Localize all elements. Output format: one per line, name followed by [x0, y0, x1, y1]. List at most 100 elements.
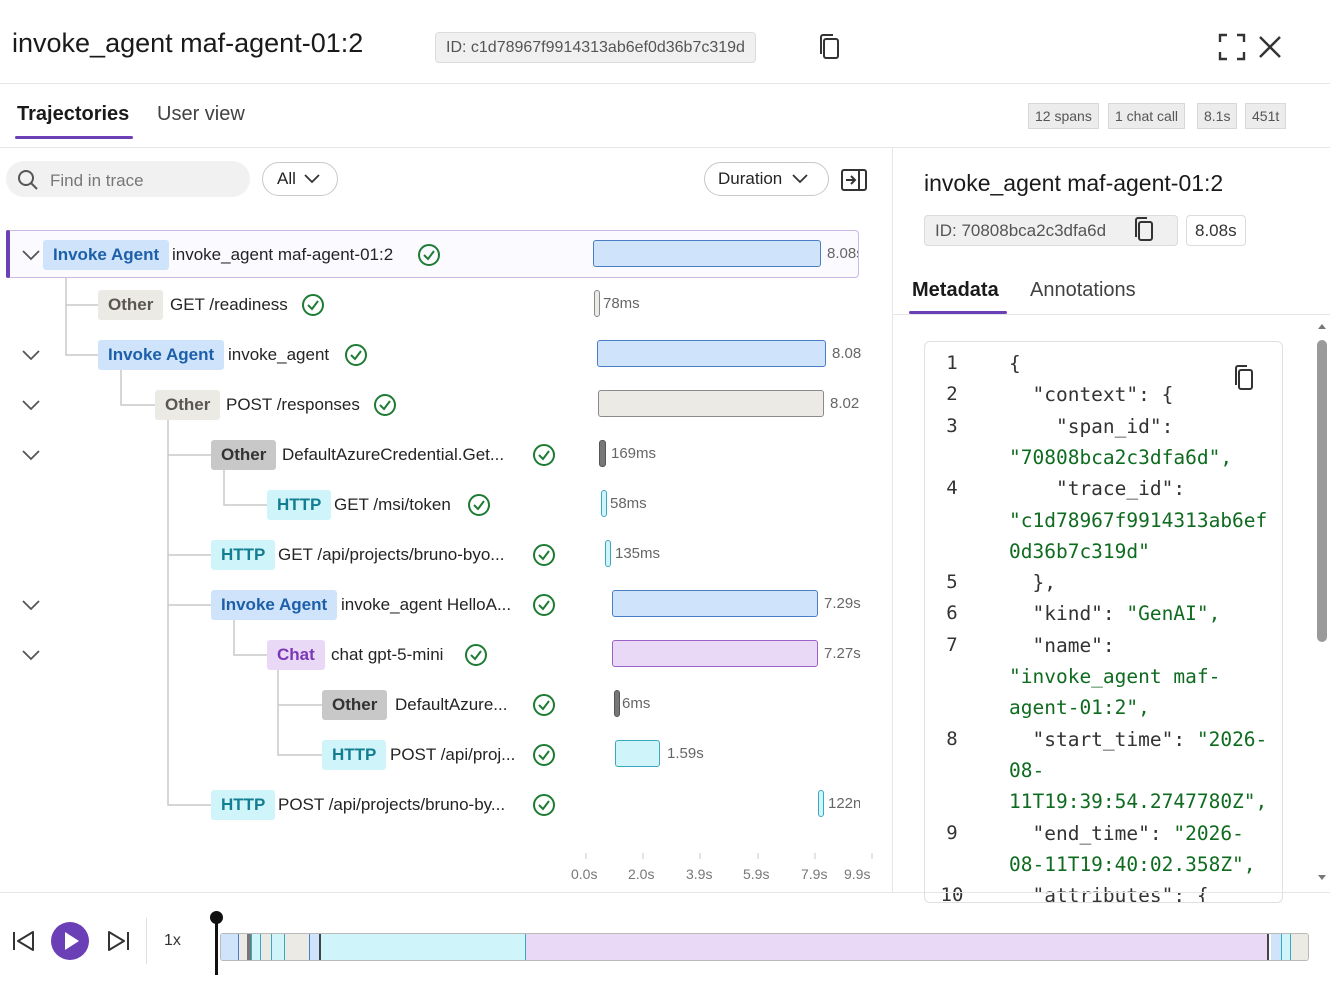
span-name[interactable]: invoke_agent [228, 340, 329, 370]
copy-icon[interactable] [1133, 217, 1155, 243]
scroll-up-icon[interactable] [1317, 322, 1327, 330]
code-text: "name": [1009, 633, 1115, 657]
code-line: 08-11T19:40:02.358Z", [925, 853, 1282, 884]
code-text: agent-01:2", [1009, 696, 1150, 720]
code-line: 5 }, [925, 571, 1282, 602]
check-circle-icon [533, 744, 555, 766]
line-number: 4 [946, 477, 958, 500]
timeline-scrubber[interactable] [220, 933, 1309, 961]
span-name[interactable]: chat gpt-5-mini [331, 640, 443, 670]
duration-bar[interactable] [605, 540, 611, 567]
scrollbar-thumb[interactable] [1317, 340, 1327, 642]
duration-bar[interactable] [612, 590, 818, 617]
timeline-segment [1281, 934, 1291, 960]
player-separator [146, 918, 147, 964]
type-badge: Other [98, 290, 164, 320]
code-line: 0d36b7c319d" [925, 540, 1282, 571]
line-number: 1 [946, 352, 958, 374]
duration-label: 8.08s [827, 245, 858, 262]
detail-title: invoke_agent maf-agent-01:2 [924, 170, 1224, 196]
timeline-segment [221, 934, 239, 960]
type-badge: Chat [267, 640, 325, 670]
chevron-down-icon[interactable] [20, 398, 42, 412]
chevron-down-icon[interactable] [20, 348, 42, 362]
span-name: invoke_agent maf-agent-01:2 [172, 245, 394, 264]
chevron-down-icon[interactable] [20, 448, 42, 462]
code-text: "invoke_agent maf- [1009, 665, 1221, 688]
scroll-down-icon[interactable] [1317, 874, 1327, 882]
code-text: 08- [1009, 758, 1045, 782]
skip-forward-icon[interactable] [106, 930, 130, 952]
span-name[interactable]: POST /api/proj... [390, 740, 515, 770]
duration-bar[interactable] [597, 340, 826, 367]
timeline-segment [251, 934, 261, 960]
skip-back-icon[interactable] [12, 930, 36, 952]
axis-tick: 7.9s [801, 866, 828, 882]
type-badge: Other [155, 390, 221, 420]
tab-annotations[interactable]: Annotations [1030, 279, 1136, 302]
span-name[interactable]: GET /msi/token [334, 490, 451, 520]
code-line: "invoke_agent maf- [925, 665, 1282, 696]
check-circle-icon [533, 444, 555, 466]
code-text: "start_time": "2026- [1009, 727, 1268, 751]
duration-bar[interactable] [601, 490, 607, 517]
code-line: 9 "end_time": "2026- [925, 821, 1282, 853]
player-divider [0, 892, 1330, 893]
span-name[interactable]: DefaultAzure... [395, 690, 507, 720]
check-circle-icon [533, 694, 555, 716]
expand-icon[interactable] [1218, 33, 1246, 61]
code-line: "c1d78967f9914313ab6ef [925, 508, 1282, 540]
tab-metadata[interactable]: Metadata [912, 279, 999, 302]
code-text: 11T19:39:54.2747780Z", [1009, 790, 1268, 814]
check-circle-icon [374, 394, 396, 416]
duration-bar[interactable] [818, 790, 824, 817]
panel-divider [892, 148, 893, 892]
close-icon[interactable] [1258, 35, 1282, 59]
code-text: "kind": "GenAI", [1009, 602, 1221, 626]
duration-bar[interactable] [594, 290, 600, 317]
stat-chat-calls: 1 chat call [1108, 103, 1186, 129]
span-name[interactable]: DefaultAzureCredential.Get... [282, 440, 504, 470]
duration-bar[interactable] [614, 690, 620, 717]
check-circle-icon [465, 644, 487, 666]
axis-tick: 2.0s [628, 866, 655, 882]
code-line: "70808bca2c3dfa6d", [925, 446, 1282, 477]
copy-icon[interactable] [1233, 364, 1255, 392]
duration-label: 8.08 [832, 345, 862, 362]
duration-bar[interactable] [615, 740, 660, 767]
duration-bar[interactable] [598, 390, 824, 417]
type-badge: Invoke Agent [98, 340, 225, 370]
play-button[interactable] [50, 921, 90, 961]
playhead-handle[interactable] [210, 911, 223, 924]
code-line: 3 "span_id": [925, 414, 1282, 446]
span-name[interactable]: GET /api/projects/bruno-byo... [278, 540, 504, 570]
duration-label: 7.29s [824, 595, 861, 612]
code-text: "end_time": "2026- [1009, 821, 1244, 845]
span-name[interactable]: invoke_agent HelloA... [341, 590, 511, 620]
span-name[interactable]: POST /responses [226, 390, 360, 420]
span-name[interactable]: GET /readiness [170, 290, 288, 320]
code-line: 4 "trace_id": [925, 477, 1282, 508]
chevron-down-icon[interactable] [20, 598, 42, 612]
selected-row-accent [6, 230, 10, 278]
type-badge: Invoke Agent [43, 240, 170, 270]
chevron-down-icon [792, 174, 808, 184]
sort-dropdown[interactable]: Duration [704, 162, 829, 196]
code-lines: 1{2 "context": {3 "span_id": "70808bca2c3… [925, 342, 1282, 902]
line-number: 6 [946, 602, 958, 625]
chevron-down-icon[interactable] [20, 648, 42, 662]
playback-speed[interactable]: 1x [164, 932, 181, 950]
span-name[interactable]: POST /api/projects/bruno-by... [278, 790, 505, 820]
code-text: "c1d78967f9914313ab6ef [1009, 508, 1268, 532]
duration-bar[interactable] [612, 640, 818, 667]
sort-label: Duration [718, 169, 783, 188]
collapse-panel-icon[interactable] [841, 168, 867, 192]
chevron-down-icon[interactable] [20, 248, 42, 262]
metadata-json-viewer[interactable]: 1{2 "context": {3 "span_id": "70808bca2c3… [924, 341, 1283, 903]
copy-icon[interactable] [818, 33, 842, 61]
line-number: 3 [946, 414, 958, 437]
duration-bar[interactable] [599, 440, 606, 467]
duration-bar[interactable] [593, 240, 821, 267]
type-badge: HTTP [211, 790, 276, 820]
type-badge: Invoke Agent [211, 590, 338, 620]
